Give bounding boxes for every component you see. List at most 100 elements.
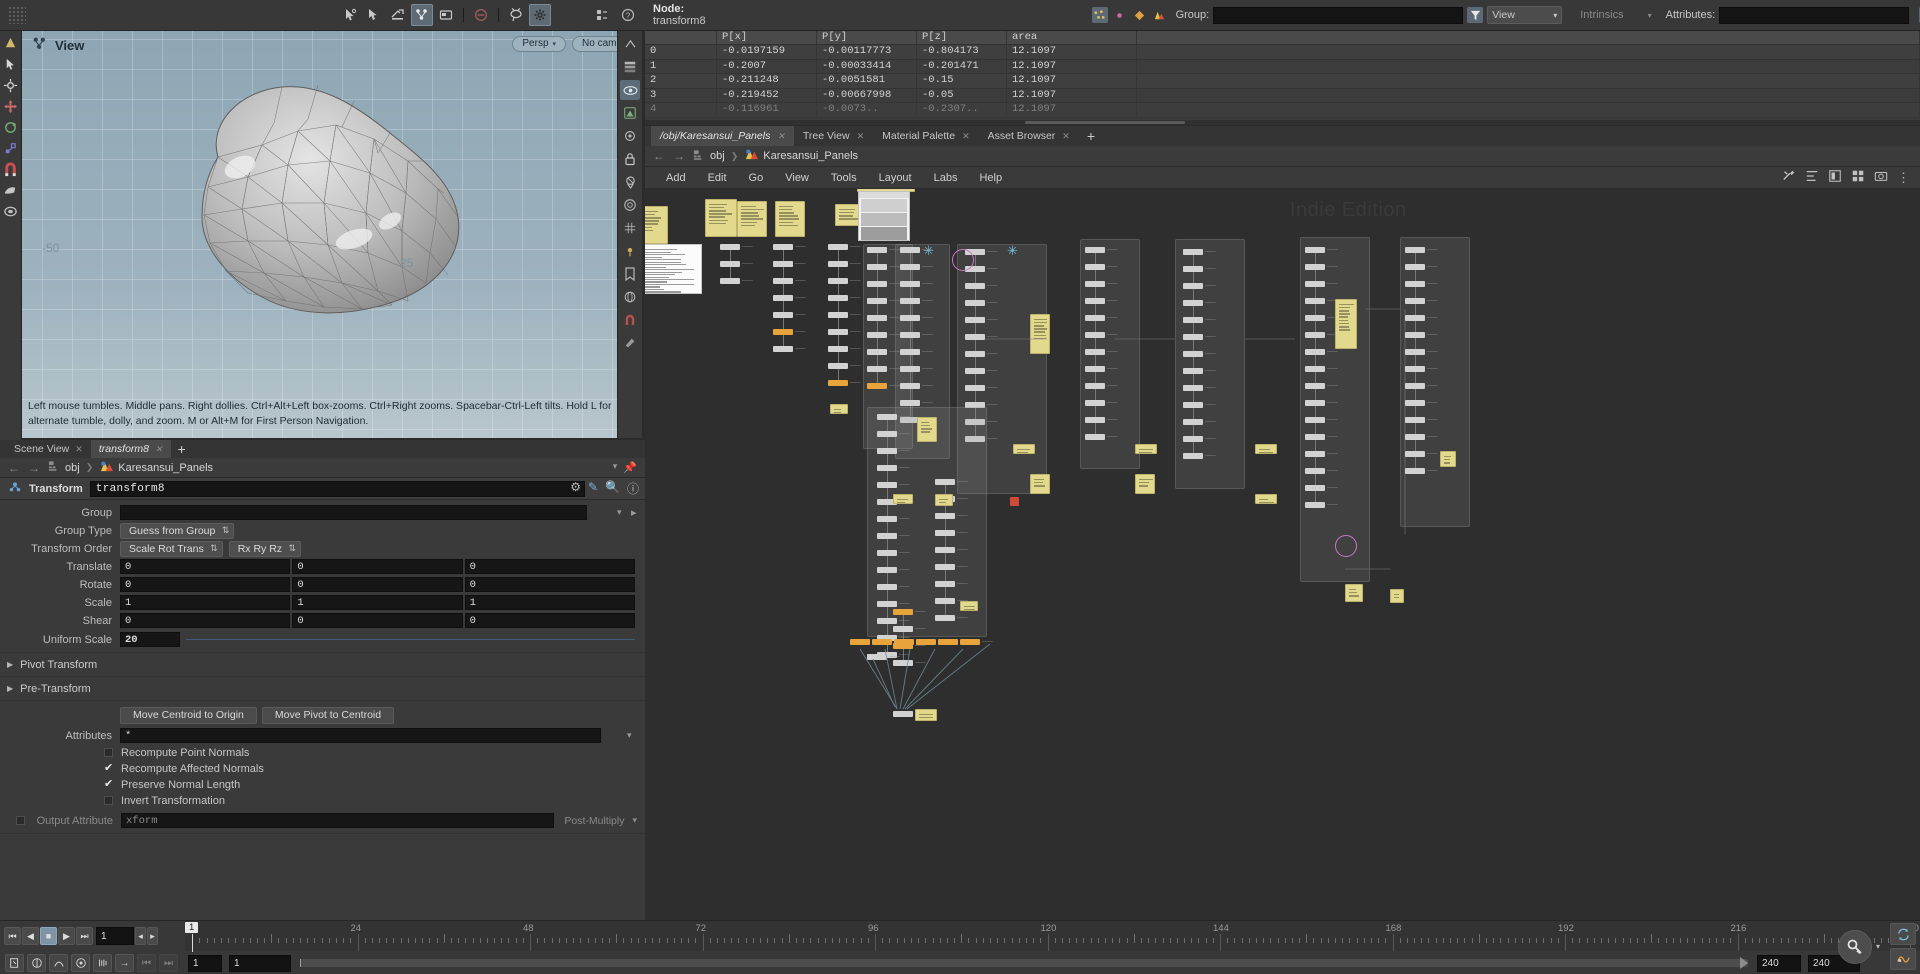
network-sticky-note[interactable] — [830, 404, 848, 414]
menu-go[interactable]: Go — [738, 167, 775, 189]
add-tab-button[interactable]: + — [171, 440, 193, 458]
group-filter-input[interactable] — [1213, 7, 1463, 24]
transform-order-dropdown[interactable]: Scale Rot Trans — [120, 541, 223, 557]
rotate-x-input[interactable]: 0 — [120, 577, 290, 592]
network-node[interactable] — [1305, 502, 1325, 508]
next-key-icon[interactable]: ⏭ — [159, 954, 178, 972]
group-menu-icon[interactable]: ▾ — [617, 507, 631, 518]
network-sticky-note[interactable] — [1255, 444, 1277, 454]
network-sticky-note[interactable] — [935, 494, 953, 506]
network-node[interactable] — [850, 639, 870, 645]
network-image-card[interactable] — [858, 191, 910, 241]
network-sticky-note[interactable] — [960, 601, 978, 611]
prev-key-icon[interactable]: ⏮ — [137, 954, 156, 972]
toolbar-drag-grip[interactable] — [8, 6, 26, 24]
output-attribute-checkbox[interactable] — [16, 816, 25, 825]
network-node[interactable] — [828, 380, 848, 386]
playback-start-input[interactable]: 1 — [229, 955, 291, 972]
marker-icon[interactable] — [620, 241, 640, 261]
menu-layout[interactable]: Layout — [868, 167, 923, 189]
snapshot-icon[interactable] — [620, 195, 640, 215]
chevron-down-icon[interactable]: ▾ — [613, 461, 618, 474]
rotate-tool-icon[interactable] — [2, 118, 20, 136]
move-pivot-to-centroid-button[interactable]: Move Pivot to Centroid — [262, 707, 394, 724]
view-dropdown[interactable]: View — [1487, 6, 1562, 24]
network-sticky-note[interactable] — [1030, 314, 1050, 354]
network-text-card[interactable] — [645, 244, 702, 294]
breadcrumb-node[interactable]: Karesansui_Panels — [118, 462, 213, 474]
close-icon[interactable]: ✕ — [777, 131, 785, 142]
network-node[interactable] — [894, 639, 914, 645]
col-header-px[interactable]: P[x] — [717, 31, 817, 44]
translate-z-input[interactable]: 0 — [465, 559, 635, 574]
display-options-icon[interactable] — [620, 34, 640, 54]
move-tool-icon[interactable] — [2, 97, 20, 115]
network-sticky-note[interactable] — [893, 494, 913, 504]
network-node[interactable] — [935, 615, 955, 621]
network-node[interactable] — [867, 383, 887, 389]
section-pre-transform[interactable]: ▶ Pre-Transform — [0, 680, 645, 697]
visibility-icon[interactable] — [620, 80, 640, 100]
network-box[interactable] — [1175, 239, 1245, 489]
network-sticky-note[interactable] — [705, 199, 737, 237]
invert-transformation-checkbox[interactable] — [104, 796, 113, 805]
ghost-hidden-icon[interactable] — [620, 172, 640, 192]
recompute-point-normals-checkbox[interactable] — [104, 748, 113, 757]
grid-view-icon[interactable] — [1851, 169, 1865, 186]
sculpt-icon[interactable] — [2, 202, 20, 220]
grid-icon[interactable] — [620, 218, 640, 238]
network-sticky-note[interactable] — [737, 201, 767, 237]
col-header-pz[interactable]: P[z] — [917, 31, 1007, 44]
rotate-order-dropdown[interactable]: Rx Ry Rz — [229, 541, 301, 557]
preserve-normal-length-checkbox[interactable] — [104, 780, 113, 789]
lasso-icon[interactable] — [505, 4, 527, 26]
auto-key-icon[interactable] — [5, 954, 24, 972]
audio-icon[interactable] — [1890, 948, 1916, 970]
pane-layout-icon[interactable] — [591, 4, 613, 26]
camera-icon[interactable] — [620, 126, 640, 146]
tab-transform8[interactable]: transform8 ✕ — [91, 440, 171, 458]
network-flag-marker[interactable] — [1335, 535, 1357, 557]
network-node[interactable] — [960, 639, 980, 645]
table-row[interactable]: 2 -0.211248 -0.0051581 -0.15 12.1097 — [645, 74, 1920, 89]
chevron-down-icon[interactable]: ▾ — [632, 815, 637, 826]
node-name-input[interactable]: transform8 — [90, 481, 585, 497]
disable-icon[interactable] — [470, 4, 492, 26]
col-header-area[interactable]: area — [1007, 31, 1137, 44]
col-header-empty[interactable] — [1137, 31, 1920, 44]
menu-tools[interactable]: Tools — [820, 167, 868, 189]
close-icon[interactable]: ✕ — [962, 131, 970, 142]
viewport-projection-dropdown[interactable]: Persp — [512, 36, 566, 52]
view-tool-icon[interactable] — [2, 34, 20, 52]
add-tab-button[interactable]: + — [1079, 126, 1103, 146]
align-icon[interactable] — [1805, 169, 1819, 186]
network-sticky-note[interactable] — [1135, 474, 1155, 494]
translate-x-input[interactable]: 0 — [120, 559, 290, 574]
network-node[interactable] — [1085, 434, 1105, 440]
bookmark-icon[interactable] — [620, 264, 640, 284]
network-node[interactable] — [938, 639, 958, 645]
spreadsheet-horizontal-scrollbar[interactable] — [645, 120, 1920, 125]
play-icon[interactable]: ▶ — [58, 927, 75, 945]
timeline-playhead[interactable]: 1 — [185, 922, 198, 933]
attributes-filter-input[interactable] — [1719, 7, 1909, 24]
forward-icon[interactable]: → — [28, 461, 40, 475]
breadcrumb-node[interactable]: Karesansui_Panels — [763, 150, 858, 162]
shear-x-input[interactable]: 0 — [120, 613, 290, 628]
forward-icon[interactable]: → — [673, 149, 685, 163]
merge-node[interactable]: ✳ — [1007, 244, 1018, 257]
scale-y-input[interactable]: 1 — [292, 595, 462, 610]
group-type-dropdown[interactable]: Guess from Group — [120, 523, 234, 539]
frame-step-back-icon[interactable]: ◂ — [135, 927, 146, 945]
scrollbar-thumb[interactable] — [1025, 121, 1185, 124]
uniform-scale-slider[interactable] — [186, 639, 635, 641]
table-row[interactable]: 0 -0.0197159 -0.00117773 -0.804173 12.10… — [645, 45, 1920, 60]
shear-z-input[interactable]: 0 — [465, 613, 635, 628]
network-icon[interactable] — [411, 4, 433, 26]
help-icon[interactable]: ⓘ — [627, 480, 639, 497]
network-node[interactable] — [893, 711, 913, 717]
back-icon[interactable]: ← — [653, 149, 665, 163]
frame-step-forward-icon[interactable]: ▸ — [147, 927, 158, 945]
col-header-index[interactable] — [645, 31, 717, 44]
gear-icon[interactable] — [529, 4, 551, 26]
